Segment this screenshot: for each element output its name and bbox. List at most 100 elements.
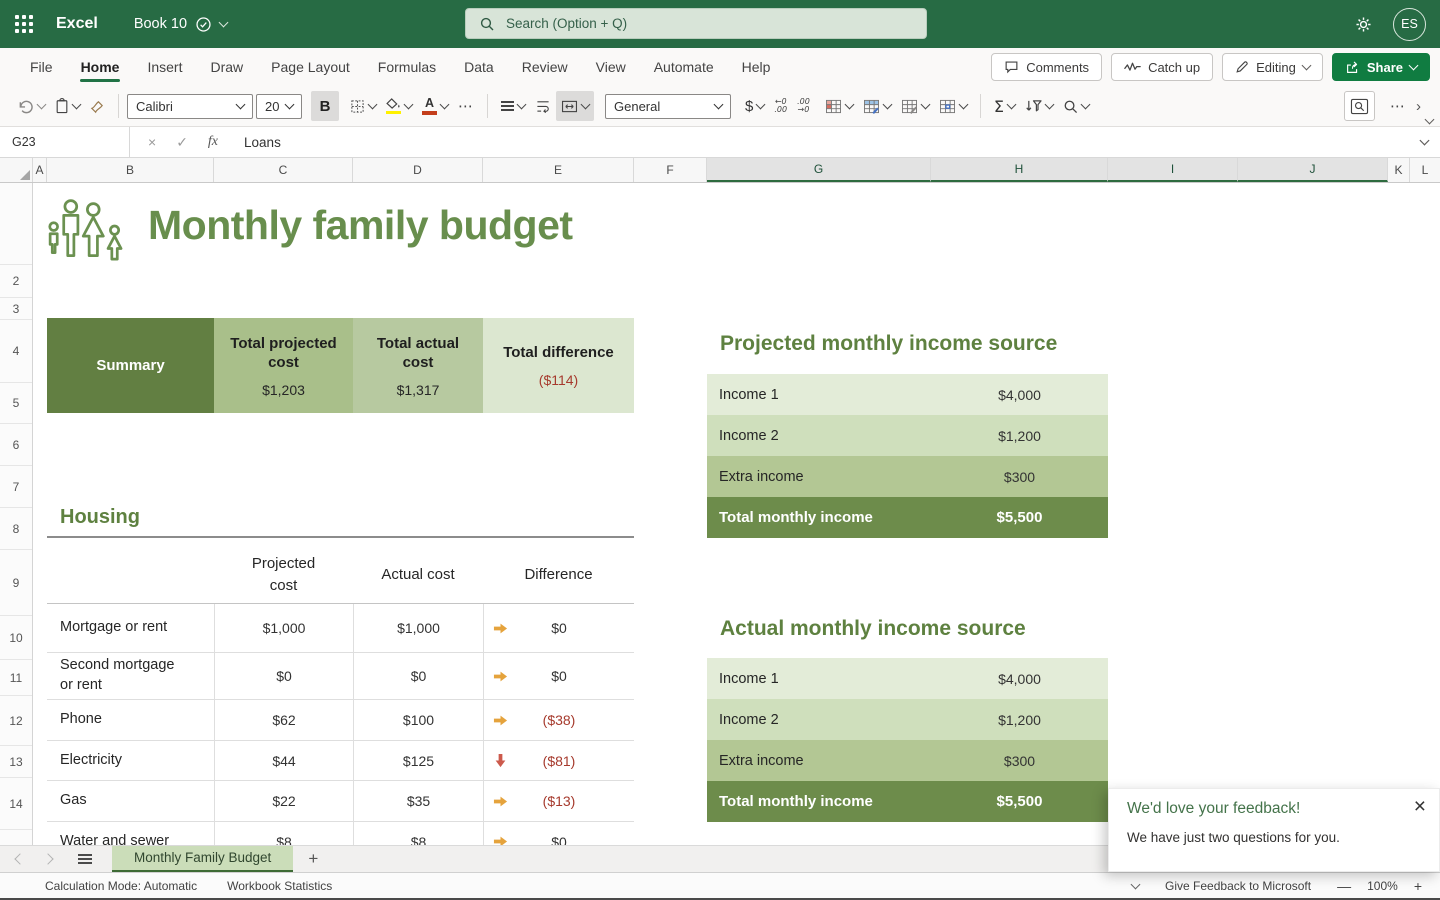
font-name-select[interactable]: Calibri bbox=[127, 94, 253, 119]
actual-cost-cell[interactable]: $0 bbox=[353, 653, 483, 699]
actual-cost-cell[interactable]: $100 bbox=[353, 700, 483, 740]
zoom-level[interactable]: 100% bbox=[1367, 879, 1398, 893]
search-bar[interactable] bbox=[465, 8, 927, 39]
format-painter-button[interactable] bbox=[85, 91, 110, 121]
projected-cost-cell[interactable]: $0 bbox=[214, 653, 353, 699]
difference-cell[interactable]: $0 bbox=[483, 604, 634, 652]
catch-up-button[interactable]: Catch up bbox=[1111, 53, 1213, 81]
calculation-mode-status[interactable]: Calculation Mode: Automatic bbox=[45, 879, 197, 893]
tab-insert[interactable]: Insert bbox=[133, 48, 196, 86]
zoom-in-button[interactable]: + bbox=[1414, 878, 1422, 894]
summary-label-cell[interactable]: Summary bbox=[47, 318, 214, 413]
collapse-ribbon-icon[interactable] bbox=[1425, 115, 1435, 125]
projected-cost-cell[interactable]: $62 bbox=[214, 700, 353, 740]
add-sheet-button[interactable]: + bbox=[308, 849, 318, 869]
insert-cells-button[interactable] bbox=[934, 91, 972, 121]
column-header-l[interactable]: L bbox=[1410, 158, 1440, 182]
housing-header-projected[interactable]: Projected cost bbox=[214, 546, 353, 603]
difference-cell[interactable]: ($13) bbox=[483, 781, 634, 821]
row-header-12[interactable]: 12 bbox=[0, 696, 32, 746]
summary-difference-cell[interactable]: Total difference ($114) bbox=[483, 318, 634, 413]
column-header-d[interactable]: D bbox=[353, 158, 483, 182]
difference-cell[interactable]: ($81) bbox=[483, 741, 634, 780]
close-icon[interactable]: × bbox=[1414, 793, 1426, 820]
workbook-statistics-button[interactable]: Workbook Statistics bbox=[227, 879, 332, 893]
column-header-g[interactable]: G bbox=[707, 158, 931, 182]
column-header-f[interactable]: F bbox=[634, 158, 707, 182]
enter-entry-button[interactable]: ✓ bbox=[166, 134, 198, 151]
projected-cost-cell[interactable]: $8 bbox=[214, 822, 353, 845]
row-header-14[interactable]: 14 bbox=[0, 778, 32, 830]
expand-formula-bar-icon[interactable] bbox=[1420, 136, 1430, 146]
row-header-10[interactable]: 10 bbox=[0, 616, 32, 660]
bold-button[interactable]: B bbox=[311, 91, 339, 121]
tab-data[interactable]: Data bbox=[450, 48, 508, 86]
housing-heading[interactable]: Housing bbox=[60, 506, 140, 529]
tab-view[interactable]: View bbox=[582, 48, 640, 86]
row-header-9[interactable]: 9 bbox=[0, 550, 32, 616]
select-all-button[interactable] bbox=[0, 158, 33, 182]
row-header-2[interactable]: 2 bbox=[0, 265, 32, 298]
income-row[interactable]: Income 2 $1,200 bbox=[707, 699, 1108, 740]
income-total-row[interactable]: Total monthly income $5,500 bbox=[707, 497, 1108, 538]
expense-label-cell[interactable]: Mortgage or rent bbox=[47, 604, 214, 652]
settings-gear-icon[interactable] bbox=[1354, 15, 1373, 34]
borders-button[interactable] bbox=[345, 91, 381, 121]
formula-input[interactable] bbox=[242, 134, 1296, 151]
actual-cost-cell[interactable]: $1,000 bbox=[353, 604, 483, 652]
editing-mode-button[interactable]: Editing bbox=[1222, 53, 1323, 81]
housing-header-difference[interactable]: Difference bbox=[483, 546, 634, 603]
wrap-text-button[interactable] bbox=[530, 91, 556, 121]
income-row[interactable]: Income 2 $1,200 bbox=[707, 415, 1108, 456]
difference-cell[interactable]: $0 bbox=[483, 653, 634, 699]
column-header-b[interactable]: B bbox=[47, 158, 214, 182]
number-format-select[interactable]: General bbox=[605, 94, 731, 119]
comments-button[interactable]: Comments bbox=[991, 53, 1102, 81]
income-row[interactable]: Income 1 $4,000 bbox=[707, 374, 1108, 415]
row-header-11[interactable]: 11 bbox=[0, 660, 32, 696]
all-sheets-menu-icon[interactable] bbox=[78, 851, 92, 866]
font-size-select[interactable]: 20 bbox=[256, 94, 302, 119]
zoom-out-button[interactable]: — bbox=[1337, 878, 1351, 894]
font-color-button[interactable]: A bbox=[417, 91, 453, 121]
sort-filter-button[interactable] bbox=[1020, 91, 1058, 121]
tab-page-layout[interactable]: Page Layout bbox=[257, 48, 364, 86]
avatar[interactable]: ES bbox=[1393, 8, 1426, 41]
row-header-8[interactable]: 8 bbox=[0, 508, 32, 550]
merge-cells-button[interactable] bbox=[556, 91, 594, 121]
give-feedback-button[interactable]: Give Feedback to Microsoft bbox=[1165, 879, 1311, 893]
actual-cost-cell[interactable]: $125 bbox=[353, 741, 483, 780]
row-header-13[interactable]: 13 bbox=[0, 746, 32, 778]
format-as-table-button[interactable] bbox=[858, 91, 896, 121]
projected-income-heading[interactable]: Projected monthly income source bbox=[720, 332, 1057, 356]
decrease-decimal-button[interactable]: .00→0 bbox=[792, 91, 815, 121]
increase-decimal-button[interactable]: ←0.00 bbox=[769, 91, 792, 121]
projected-cost-cell[interactable]: $1,000 bbox=[214, 604, 353, 652]
tab-automate[interactable]: Automate bbox=[640, 48, 728, 86]
income-row[interactable]: Income 1 $4,000 bbox=[707, 658, 1108, 699]
projected-cost-cell[interactable]: $44 bbox=[214, 741, 353, 780]
row-header-6[interactable]: 6 bbox=[0, 424, 32, 466]
expense-label-cell[interactable]: Water and sewer bbox=[47, 822, 214, 845]
autosum-button[interactable]: Σ bbox=[989, 91, 1020, 121]
row-header-15[interactable] bbox=[0, 830, 32, 845]
name-box[interactable]: G23 bbox=[0, 127, 130, 157]
find-button[interactable] bbox=[1058, 91, 1094, 121]
column-header-i[interactable]: I bbox=[1108, 158, 1238, 182]
fill-color-button[interactable] bbox=[381, 91, 417, 121]
tab-help[interactable]: Help bbox=[728, 48, 785, 86]
document-name[interactable]: Book 10 bbox=[134, 16, 227, 33]
column-header-h[interactable]: H bbox=[931, 158, 1108, 182]
actual-cost-cell[interactable]: $35 bbox=[353, 781, 483, 821]
actual-cost-cell[interactable]: $8 bbox=[353, 822, 483, 845]
search-input[interactable] bbox=[504, 15, 868, 32]
projected-cost-cell[interactable]: $22 bbox=[214, 781, 353, 821]
housing-header-actual[interactable]: Actual cost bbox=[353, 546, 483, 603]
paste-button[interactable] bbox=[50, 91, 85, 121]
summary-actual-cell[interactable]: Total actual cost $1,317 bbox=[353, 318, 483, 413]
row-header-5[interactable]: 5 bbox=[0, 383, 32, 424]
tab-draw[interactable]: Draw bbox=[196, 48, 257, 86]
row-header-1[interactable] bbox=[0, 183, 32, 265]
actual-income-heading[interactable]: Actual monthly income source bbox=[720, 617, 1026, 641]
tab-home[interactable]: Home bbox=[67, 48, 134, 86]
